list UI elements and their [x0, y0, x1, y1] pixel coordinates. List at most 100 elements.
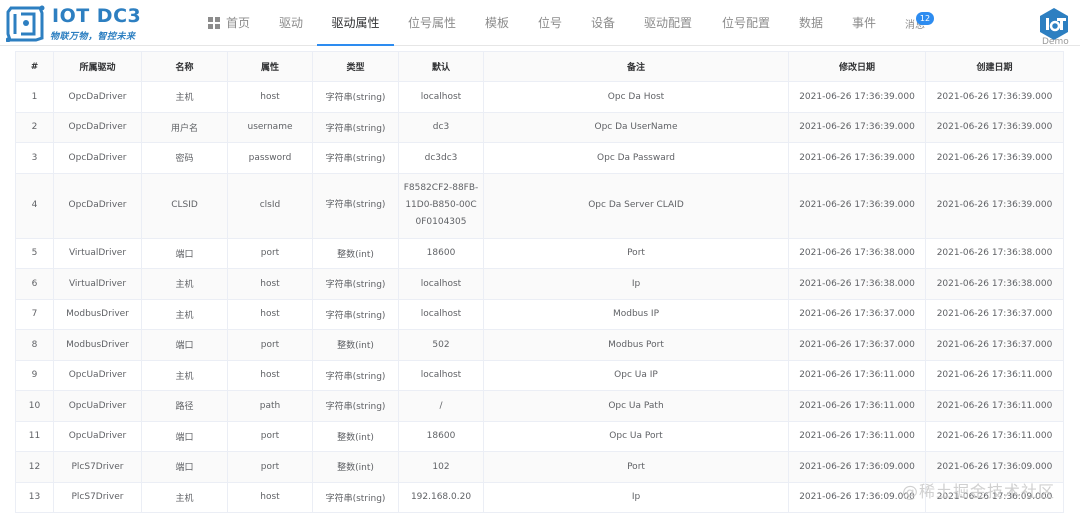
attribute-cell: port: [227, 451, 313, 483]
nav-item-event[interactable]: 事件: [849, 0, 879, 46]
column-header[interactable]: 所属驱动: [53, 51, 142, 82]
modified-date-cell: 2021-06-26 17:36:11.000: [788, 359, 926, 391]
created-date-cell: 2021-06-26 17:36:38.000: [925, 237, 1064, 269]
table-row[interactable]: 6 VirtualDriver 主机 host 字符串(string) localhost…: [15, 268, 1064, 300]
remark-cell: Port: [483, 451, 789, 483]
attribute-cell: path: [227, 390, 313, 422]
attribute-cell: host: [227, 298, 313, 330]
attribute-cell: port: [227, 420, 313, 452]
row-index: 7: [15, 298, 54, 330]
row-index: 11: [15, 420, 54, 452]
default-cell: F8582CF2-88FB-11D0-B850-00C0F0104305: [398, 172, 484, 239]
default-cell: 18600: [398, 237, 484, 269]
attribute-cell: port: [227, 237, 313, 269]
attribute-cell: username: [227, 111, 313, 143]
type-cell: 整数(int): [312, 329, 399, 361]
driver-cell: OpcUaDriver: [53, 390, 142, 422]
driver-cell: OpcDaDriver: [53, 111, 142, 143]
table-row[interactable]: 7 ModbusDriver 主机 host 字符串(string) localhost M…: [15, 298, 1064, 330]
created-date-cell: 2021-06-26 17:36:39.000: [925, 142, 1064, 174]
column-header[interactable]: 名称: [141, 51, 228, 82]
table-row[interactable]: 8 ModbusDriver 端口 port 整数(int) 502 Modbus Port…: [15, 329, 1064, 361]
nav-item-home[interactable]: 首页: [205, 0, 253, 46]
remark-cell: Opc Da Server CLAID: [483, 172, 789, 239]
table-row[interactable]: 9 OpcUaDriver 主机 host 字符串(string) localhost Op…: [15, 359, 1064, 391]
column-header[interactable]: #: [15, 51, 54, 82]
attribute-cell: port: [227, 329, 313, 361]
default-cell: 18600: [398, 420, 484, 452]
remark-cell: Ip: [483, 268, 789, 300]
created-date-cell: 2021-06-26 17:36:39.000: [925, 111, 1064, 143]
created-date-cell: 2021-06-26 17:36:11.000: [925, 390, 1064, 422]
column-header[interactable]: 备注: [483, 51, 789, 82]
name-cell: CLSID: [141, 172, 228, 239]
table-row[interactable]: 4 OpcDaDriver CLSID clsId 字符串(string) F8582CF…: [15, 172, 1064, 239]
nav-item-driver-attribute[interactable]: 驱动属性: [317, 0, 394, 46]
nav-item-data[interactable]: 数据: [796, 0, 826, 46]
column-header[interactable]: 默认: [398, 51, 484, 82]
default-cell: localhost: [398, 359, 484, 391]
nav-item-point-attribute[interactable]: 位号属性: [405, 0, 459, 46]
nav-item-driver[interactable]: 驱动: [275, 0, 307, 46]
name-cell: 主机: [141, 81, 228, 113]
column-header[interactable]: 创建日期: [925, 51, 1064, 82]
user-name[interactable]: Demo: [1042, 37, 1069, 47]
driver-cell: PlcS7Driver: [53, 481, 142, 513]
name-cell: 用户名: [141, 111, 228, 143]
driver-cell: OpcUaDriver: [53, 420, 142, 452]
row-index: 10: [15, 390, 54, 422]
table-row[interactable]: 1 OpcDaDriver 主机 host 字符串(string) localhost Op…: [15, 81, 1064, 113]
row-index: 9: [15, 359, 54, 391]
remark-cell: Opc Ua Path: [483, 390, 789, 422]
attribute-cell: host: [227, 481, 313, 513]
attribute-cell: host: [227, 81, 313, 113]
type-cell: 字符串(string): [312, 268, 399, 300]
table-row[interactable]: 5 VirtualDriver 端口 port 整数(int) 18600 Port 2021…: [15, 237, 1064, 269]
name-cell: 主机: [141, 481, 228, 513]
app-logo[interactable]: IOT DC3 物联万物，智控未来: [6, 4, 156, 42]
driver-cell: VirtualDriver: [53, 237, 142, 269]
driver-cell: OpcUaDriver: [53, 359, 142, 391]
name-cell: 端口: [141, 420, 228, 452]
column-header[interactable]: 属性: [227, 51, 313, 82]
user-avatar-icon[interactable]: [1037, 7, 1071, 41]
attribute-cell: host: [227, 268, 313, 300]
name-cell: 主机: [141, 359, 228, 391]
table-row[interactable]: 2 OpcDaDriver 用户名 username 字符串(string) dc3 Opc…: [15, 111, 1064, 143]
created-date-cell: 2021-06-26 17:36:39.000: [925, 172, 1064, 239]
logo-mark-icon: [6, 5, 45, 42]
type-cell: 整数(int): [312, 451, 399, 483]
default-cell: /: [398, 390, 484, 422]
modified-date-cell: 2021-06-26 17:36:39.000: [788, 111, 926, 143]
nav-item-label: 首页: [225, 16, 250, 30]
column-header[interactable]: 修改日期: [788, 51, 926, 82]
name-cell: 密码: [141, 142, 228, 174]
table-row[interactable]: 11 OpcUaDriver 端口 port 整数(int) 18600 Opc Ua Po…: [15, 420, 1064, 452]
top-header: IOT DC3 物联万物，智控未来 首页 驱动 驱动属性 位号属性 模板 位号 …: [0, 0, 1080, 49]
nav-item-profile[interactable]: 模板: [482, 0, 512, 46]
nav-item-device[interactable]: 设备: [588, 0, 618, 46]
type-cell: 字符串(string): [312, 81, 399, 113]
nav-item-point-config[interactable]: 位号配置: [719, 0, 773, 46]
remark-cell: Opc Ua Port: [483, 420, 789, 452]
name-cell: 端口: [141, 237, 228, 269]
modified-date-cell: 2021-06-26 17:36:37.000: [788, 329, 926, 361]
modified-date-cell: 2021-06-26 17:36:39.000: [788, 142, 926, 174]
remark-cell: Opc Ua IP: [483, 359, 789, 391]
nav-item-point[interactable]: 位号: [535, 0, 565, 46]
nav-item-message[interactable]: 消息: [901, 3, 929, 49]
default-cell: dc3dc3: [398, 142, 484, 174]
table-row[interactable]: 10 OpcUaDriver 路径 path 字符串(string) / Opc Ua Pa…: [15, 390, 1064, 422]
column-header[interactable]: 类型: [312, 51, 399, 82]
modified-date-cell: 2021-06-26 17:36:39.000: [788, 81, 926, 113]
table-row[interactable]: 3 OpcDaDriver 密码 password 字符串(string) dc3dc3 O…: [15, 142, 1064, 174]
default-cell: localhost: [398, 298, 484, 330]
nav-item-driver-config[interactable]: 驱动配置: [641, 0, 695, 46]
created-date-cell: 2021-06-26 17:36:37.000: [925, 329, 1064, 361]
attribute-cell: host: [227, 359, 313, 391]
row-index: 4: [15, 172, 54, 239]
attribute-cell: clsId: [227, 172, 313, 239]
row-index: 12: [15, 451, 54, 483]
type-cell: 整数(int): [312, 420, 399, 452]
row-index: 2: [15, 111, 54, 143]
